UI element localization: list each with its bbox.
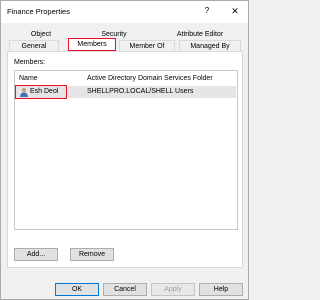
- tab-members[interactable]: Members: [68, 38, 116, 51]
- title-bar: Finance Properties ? ✕: [1, 1, 248, 23]
- tab-general[interactable]: General: [9, 40, 59, 51]
- members-list[interactable]: Name Active Directory Domain Services Fo…: [14, 70, 238, 230]
- members-label: Members:: [14, 59, 46, 66]
- member-folder: SHELLPRO.LOCAL/SHELL Users: [87, 88, 194, 95]
- members-panel: Members: Name Active Directory Domain Se…: [7, 51, 243, 268]
- finance-properties-dialog: Finance Properties ? ✕ Object Security A…: [0, 0, 249, 300]
- user-icon: [20, 87, 28, 97]
- member-name: Esh Deol: [30, 88, 59, 95]
- close-icon[interactable]: ✕: [227, 3, 243, 19]
- list-item[interactable]: Esh Deol SHELLPRO.LOCAL/SHELL Users: [16, 86, 236, 98]
- column-header-folder[interactable]: Active Directory Domain Services Folder: [87, 75, 213, 82]
- add-button[interactable]: Add...: [14, 248, 58, 261]
- list-header: Name Active Directory Domain Services Fo…: [15, 71, 237, 85]
- help-button[interactable]: Help: [199, 283, 243, 296]
- dialog-title: Finance Properties: [7, 7, 70, 16]
- help-icon[interactable]: ?: [199, 3, 215, 19]
- cancel-button[interactable]: Cancel: [103, 283, 147, 296]
- tab-managed-by[interactable]: Managed By: [179, 40, 241, 51]
- ok-button[interactable]: OK: [55, 283, 99, 296]
- tab-attribute-editor[interactable]: Attribute Editor: [169, 29, 231, 40]
- tab-object[interactable]: Object: [24, 29, 58, 40]
- remove-button[interactable]: Remove: [70, 248, 114, 261]
- column-header-name[interactable]: Name: [19, 75, 38, 82]
- apply-button[interactable]: Apply: [151, 283, 195, 296]
- tab-member-of[interactable]: Member Of: [119, 40, 175, 51]
